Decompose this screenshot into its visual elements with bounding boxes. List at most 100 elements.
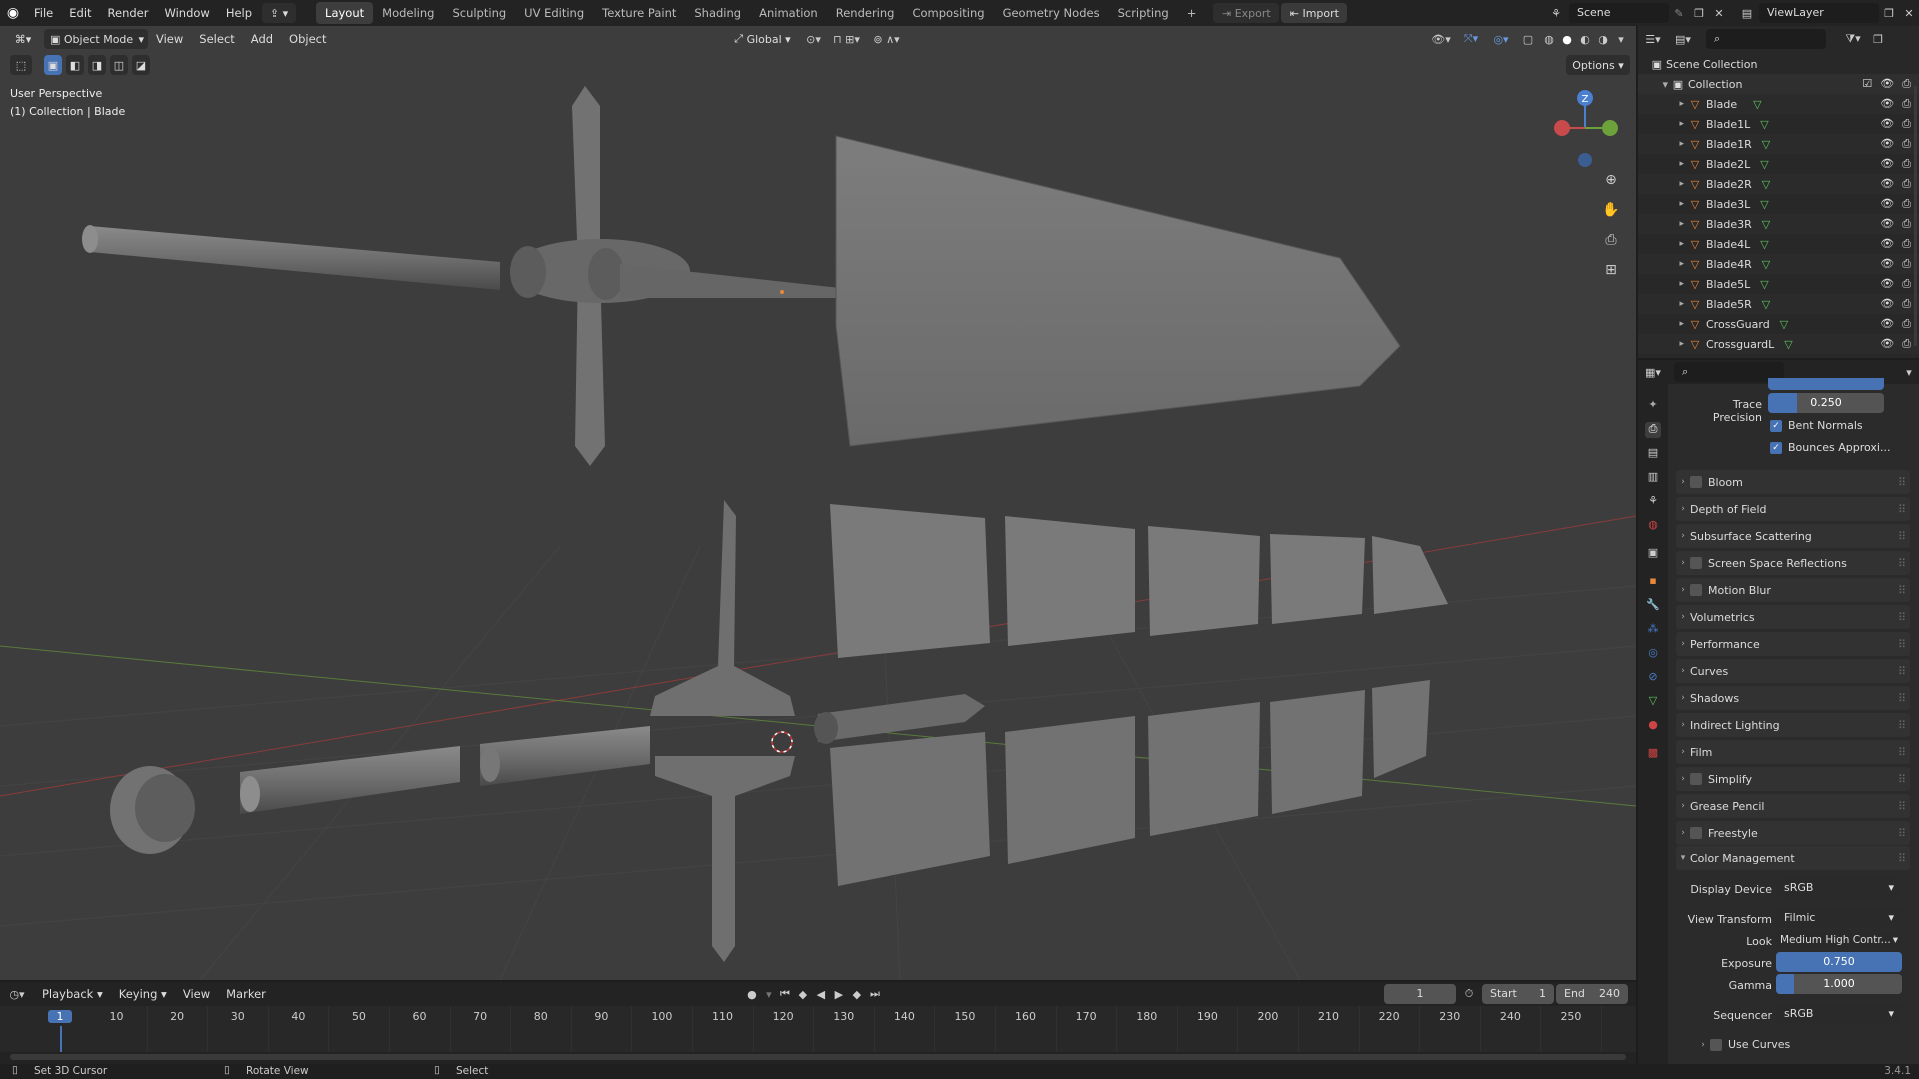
modifier-tab-icon[interactable]: 🔧 <box>1645 598 1661 614</box>
3d-viewport[interactable] <box>0 26 1636 980</box>
color-management-panel[interactable]: ▾ Color Management ⠿ <box>1676 846 1910 870</box>
drag-handle-icon[interactable]: ⠿ <box>1898 827 1910 840</box>
outliner-object-row[interactable]: ▸ ▽ CrossGuard ▽ 👁 ⎙ <box>1638 314 1919 334</box>
blender-logo-icon[interactable]: ◉ <box>0 5 26 21</box>
delete-scene-icon[interactable]: ✕ <box>1709 7 1729 20</box>
eye-icon[interactable]: 👁 <box>1880 77 1894 91</box>
eye-icon[interactable]: 👁 <box>1880 197 1894 211</box>
expand-arrow-icon[interactable]: ▸ <box>1638 319 1684 329</box>
outliner-object-row[interactable]: ▸ ▽ Blade1L ▽ 👁 ⎙ <box>1638 114 1919 134</box>
render-panel-bloom[interactable]: › Bloom ⠿ <box>1676 470 1910 494</box>
drag-handle-icon[interactable]: ⠿ <box>1898 611 1910 624</box>
render-camera-icon[interactable]: ⎙ <box>1902 317 1911 331</box>
expand-arrow-icon[interactable]: ▸ <box>1638 239 1684 249</box>
menu-help[interactable]: Help <box>218 0 260 26</box>
pin-icon[interactable]: ✎ <box>1669 7 1689 20</box>
mesh-data-icon[interactable]: ▽ <box>1784 338 1792 351</box>
outliner-object-row[interactable]: ▸ ▽ Blade5L ▽ 👁 ⎙ <box>1638 274 1919 294</box>
output-tab-icon[interactable]: ▤ <box>1645 446 1661 462</box>
render-panel-volumetrics[interactable]: › Volumetrics ⠿ <box>1676 605 1910 629</box>
xray-icon[interactable]: ▢ <box>1516 33 1540 46</box>
timeline-scrollbar[interactable] <box>10 1054 1626 1060</box>
outliner-object-row[interactable]: ▸ ▽ Blade2R ▽ 👁 ⎙ <box>1638 174 1919 194</box>
menu-object[interactable]: Object <box>281 32 334 46</box>
texture-tab-icon[interactable]: ▩ <box>1645 746 1661 762</box>
menu-file[interactable]: File <box>26 0 61 26</box>
sequencer-dropdown[interactable]: sRGB ▾ <box>1776 1004 1902 1024</box>
outliner-object-row[interactable]: ▸ ▽ Blade4R ▽ 👁 ⎙ <box>1638 254 1919 274</box>
render-camera-icon[interactable]: ⎙ <box>1902 337 1911 351</box>
select-new-icon[interactable]: ▣ <box>44 55 62 75</box>
exposure-field[interactable]: 0.750 <box>1776 952 1902 972</box>
mesh-data-icon[interactable]: ▽ <box>1762 298 1770 311</box>
tab-uv-editing[interactable]: UV Editing <box>515 2 593 24</box>
render-tab-icon[interactable]: ⎙ <box>1645 422 1661 438</box>
grid-view-icon[interactable]: ⊞ <box>1600 262 1622 282</box>
render-camera-icon[interactable]: ⎙ <box>1902 157 1911 171</box>
mesh-data-icon[interactable]: ▽ <box>1760 198 1768 211</box>
play-reverse-icon[interactable]: ◀ <box>812 988 830 1001</box>
tab-sculpting[interactable]: Sculpting <box>443 2 515 24</box>
render-camera-icon[interactable]: ⎙ <box>1902 217 1911 231</box>
add-workspace-icon[interactable]: + <box>1178 2 1206 24</box>
tab-geometry-nodes[interactable]: Geometry Nodes <box>994 2 1109 24</box>
trace-precision-field[interactable]: 0.250 <box>1768 393 1884 413</box>
render-camera-icon[interactable]: ⎙ <box>1902 197 1911 211</box>
mesh-data-icon[interactable]: ▽ <box>1762 218 1770 231</box>
outliner-object-row[interactable]: ▸ ▽ Blade1R ▽ 👁 ⎙ <box>1638 134 1919 154</box>
render-panel-grease-pencil[interactable]: › Grease Pencil ⠿ <box>1676 794 1910 818</box>
wireframe-shading-icon[interactable]: ◍ <box>1540 33 1558 46</box>
constraints-tab-icon[interactable]: ⊘ <box>1645 670 1661 686</box>
menu-select[interactable]: Select <box>191 32 242 46</box>
outliner-object-row[interactable]: ▸ ▽ Blade3L ▽ 👁 ⎙ <box>1638 194 1919 214</box>
properties-editor-icon[interactable]: ▦▾ <box>1638 366 1668 379</box>
drag-handle-icon[interactable]: ⠿ <box>1898 476 1910 489</box>
solid-shading-icon[interactable]: ● <box>1558 33 1576 46</box>
render-panel-film[interactable]: › Film ⠿ <box>1676 740 1910 764</box>
eye-icon[interactable]: 👁 <box>1880 97 1894 111</box>
tab-texture-paint[interactable]: Texture Paint <box>593 2 685 24</box>
editor-type-icon[interactable]: ⌘▾ <box>8 29 38 49</box>
render-panel-freestyle[interactable]: › Freestyle ⠿ <box>1676 821 1910 845</box>
collection-tab-icon[interactable]: ▣ <box>1645 546 1661 562</box>
import-button[interactable]: ⇤ Import <box>1281 3 1348 23</box>
zoom-icon[interactable]: ⊕ <box>1600 172 1622 192</box>
render-camera-icon[interactable]: ⎙ <box>1902 297 1911 311</box>
look-dropdown[interactable]: Medium High Contr... ▾ <box>1776 930 1902 950</box>
tab-animation[interactable]: Animation <box>750 2 827 24</box>
checkbox-icon[interactable] <box>1690 773 1702 785</box>
mesh-data-icon[interactable]: ▽ <box>1762 178 1770 191</box>
drag-handle-icon[interactable]: ⠿ <box>1898 557 1910 570</box>
tab-layout[interactable]: Layout <box>316 2 374 24</box>
timeline-editor-icon[interactable]: ◷▾ <box>0 988 34 1001</box>
mesh-data-icon[interactable]: ▽ <box>1760 278 1768 291</box>
drag-handle-icon[interactable]: ⠿ <box>1898 852 1910 865</box>
scene-name-field[interactable]: Scene <box>1569 3 1669 23</box>
render-camera-icon[interactable]: ⎙ <box>1902 177 1911 191</box>
expand-arrow-icon[interactable]: ▸ <box>1638 119 1684 129</box>
drag-handle-icon[interactable]: ⠿ <box>1898 638 1910 651</box>
tab-shading[interactable]: Shading <box>685 2 750 24</box>
menu-keying[interactable]: Keying ▾ <box>111 987 175 1001</box>
next-keyframe-icon[interactable]: ◆ <box>848 988 866 1001</box>
bounces-approx-checkbox[interactable]: ✓ Bounces Approxi... <box>1770 441 1890 454</box>
render-camera-icon[interactable]: ⎙ <box>1902 77 1911 91</box>
delete-view-layer-icon[interactable]: ✕ <box>1899 7 1919 20</box>
navigation-gizmo[interactable]: Z <box>1550 84 1620 174</box>
checkbox-icon[interactable] <box>1690 557 1702 569</box>
drag-handle-icon[interactable]: ⠿ <box>1898 773 1910 786</box>
mesh-data-icon[interactable]: ▽ <box>1760 238 1768 251</box>
menu-edit[interactable]: Edit <box>61 0 99 26</box>
render-panel-subsurface-scattering[interactable]: › Subsurface Scattering ⠿ <box>1676 524 1910 548</box>
render-camera-icon[interactable]: ⎙ <box>1902 97 1911 111</box>
menu-view[interactable]: View <box>148 32 191 46</box>
drag-handle-icon[interactable]: ⠿ <box>1898 503 1910 516</box>
select-subtract-icon[interactable]: ◨ <box>88 55 106 75</box>
checkbox-icon[interactable] <box>1690 476 1702 488</box>
checkbox-icon[interactable] <box>1690 584 1702 596</box>
tab-modeling[interactable]: Modeling <box>373 2 443 24</box>
select-invert-icon[interactable]: ◫ <box>110 55 128 75</box>
tool-cursor-icon[interactable]: ⬚ <box>10 55 32 75</box>
jump-start-icon[interactable]: ⏮ <box>776 987 794 1001</box>
new-collection-icon[interactable]: ❐ <box>1868 33 1888 46</box>
